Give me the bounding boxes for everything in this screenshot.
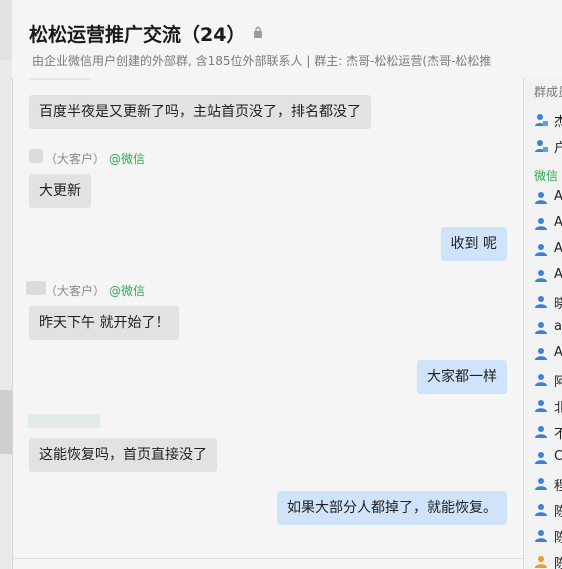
member-name: 晓 <box>554 293 562 312</box>
member-name: A <box>554 189 562 204</box>
member-name: A <box>554 241 562 256</box>
user-icon <box>535 556 547 568</box>
member-panel[interactable]: 群成员 杰 户 微信 AAAA晓aA阿北不C程陈陈陈 <box>523 78 562 569</box>
member-panel-section-title: 群成员 <box>534 85 562 99</box>
member-name: A <box>554 345 562 360</box>
user-icon <box>535 218 547 230</box>
sender-source: @微信 <box>109 152 146 166</box>
sender-line: （大客户） @微信 <box>45 150 145 167</box>
enterprise-user-icon <box>535 140 548 152</box>
user-icon <box>535 530 547 542</box>
sender-tag: （大客户） <box>45 152 106 166</box>
sender-avatar[interactable] <box>29 149 43 163</box>
enterprise-user-icon <box>535 114 548 126</box>
user-icon <box>535 270 547 282</box>
user-icon <box>535 504 547 516</box>
sender-avatar[interactable] <box>26 281 46 295</box>
member-name: 户 <box>554 137 562 156</box>
user-icon <box>535 400 547 412</box>
user-icon <box>535 426 547 438</box>
message-bubble-incoming[interactable]: 昨天下午 就开始了！ <box>29 306 180 340</box>
member-name: 陈 <box>554 553 562 569</box>
chat-header: 松松运营推广交流（24） 由企业微信用户创建的外部群, 含185位外部联系人 |… <box>12 0 562 78</box>
member-name: A <box>554 267 562 282</box>
blurred-sender-name <box>28 414 100 428</box>
member-count: （24） <box>181 24 246 46</box>
message-bubble-outgoing[interactable]: 收到 呢 <box>440 227 507 261</box>
strip-band-selected <box>0 390 12 454</box>
user-icon <box>535 348 547 360</box>
message-bubble-outgoing[interactable]: 大家都一样 <box>417 360 507 394</box>
user-icon <box>535 452 547 464</box>
user-icon <box>535 322 547 334</box>
member-name: 陈 <box>554 501 562 520</box>
member-name: 不 <box>554 423 562 442</box>
user-icon <box>535 192 547 204</box>
user-icon <box>535 478 547 490</box>
group-name: 松松运营推广交流 <box>29 24 182 46</box>
group-subtitle: 由企业微信用户创建的外部群, 含185位外部联系人 | 群主: 杰哥-松松运营(… <box>32 54 492 68</box>
sender-source: @微信 <box>109 284 146 298</box>
message-bubble-incoming[interactable]: 大更新 <box>29 174 91 208</box>
sender-tag: （大客户） <box>45 284 106 298</box>
message-list[interactable]: 百度半夜是又更新了吗，主站首页没了，排名都没了 （大客户） @微信 大更新 收到 … <box>12 78 523 569</box>
member-name: a <box>554 319 562 334</box>
member-name: 陈 <box>554 527 562 546</box>
member-panel-wechat-title: 微信 <box>534 169 559 183</box>
member-name: 阿 <box>554 371 562 390</box>
input-divider <box>12 558 523 559</box>
lock-icon <box>254 26 262 38</box>
member-name: A <box>554 215 562 230</box>
user-icon <box>535 244 547 256</box>
member-name: 程 <box>554 475 562 494</box>
message-bubble-outgoing[interactable]: 如果大部分人都掉了，就能恢复。 <box>277 491 507 525</box>
member-name: 北 <box>554 397 562 416</box>
strip-band <box>0 0 12 60</box>
sender-line: （大客户） @微信 <box>45 282 145 299</box>
member-name: 杰 <box>554 111 562 130</box>
blurred-avatar <box>30 78 90 80</box>
message-bubble-incoming[interactable]: 这能恢复吗，首页直接没了 <box>29 438 217 472</box>
member-name: C <box>554 449 562 464</box>
message-bubble-incoming[interactable]: 百度半夜是又更新了吗，主站首页没了，排名都没了 <box>29 95 371 129</box>
user-icon <box>535 296 547 308</box>
user-icon <box>535 374 547 386</box>
group-title[interactable]: 松松运营推广交流（24） <box>29 20 245 47</box>
